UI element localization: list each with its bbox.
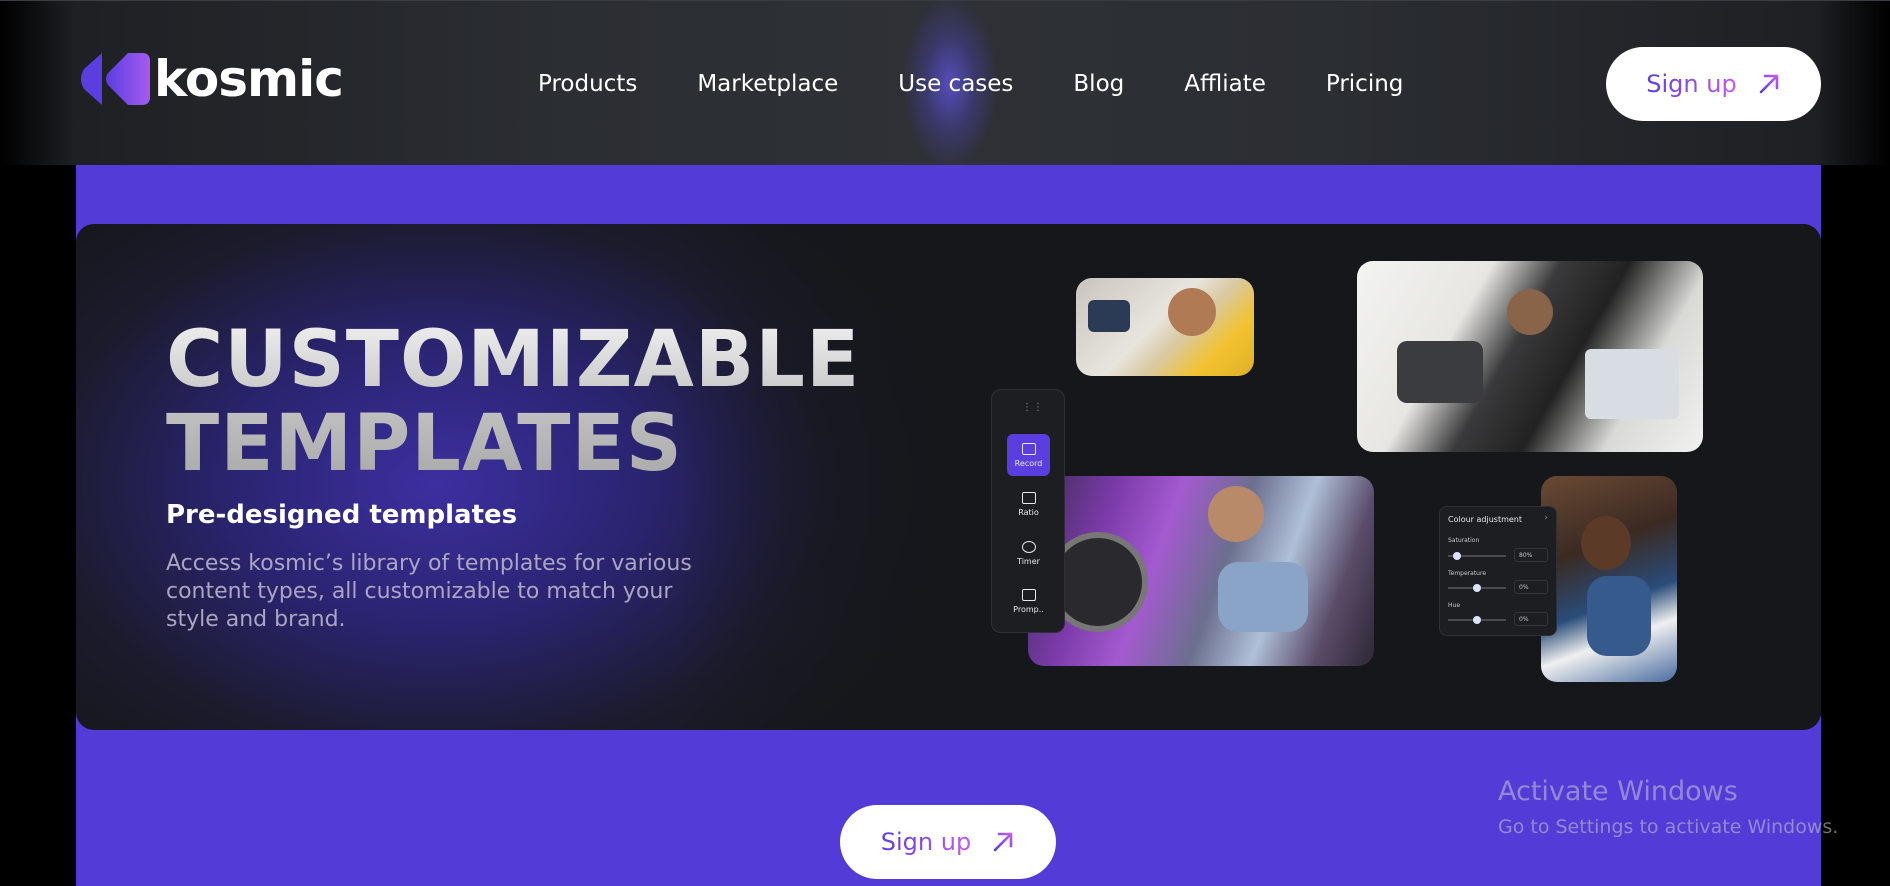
colour-panel-title: Colour adjustment [1448,515,1522,524]
nav-pricing[interactable]: Pricing [1326,69,1404,99]
toolbar-record-label: Record [1014,458,1043,468]
toolbar-prompter-label: Promp.. [1013,604,1044,614]
toolbar-timer-label: Timer [1017,556,1040,566]
saturation-slider[interactable] [1448,552,1506,560]
temperature-slider[interactable] [1448,584,1506,592]
signup-label: Sign up [880,828,972,856]
toolbar-prompter[interactable]: Promp.. [1007,580,1050,622]
monitor-icon [1021,442,1036,455]
saturation-label: Saturation [1448,537,1480,544]
toolbar-record[interactable]: Record [1007,434,1050,476]
temperature-value[interactable]: 0% [1514,580,1548,594]
main-nav: Products Marketplace Use cases Blog Affl… [538,69,1463,99]
hue-value[interactable]: 0% [1514,612,1548,626]
cta-signup-button[interactable]: Sign up [840,805,1056,879]
site-header: kosmic Products Marketplace Use cases Bl… [0,0,1890,166]
toolbar-ratio[interactable]: Ratio [1007,483,1050,525]
hue-slider[interactable] [1448,616,1506,624]
saturation-value[interactable]: 80% [1514,548,1548,562]
photo-woman-recording [1076,278,1254,376]
nav-affiliate[interactable]: Affliate [1184,69,1266,99]
photo-man-with-camera [1357,261,1703,452]
nav-blog[interactable]: Blog [1073,69,1124,99]
photo-man-with-headphones [1541,476,1677,682]
temperature-label: Temperature [1448,570,1487,577]
windows-activation-subtitle: Go to Settings to activate Windows. [1498,816,1839,838]
media-collage [76,224,1821,730]
chevron-right-icon[interactable]: › [1544,513,1548,523]
signup-label: Sign up [1646,70,1737,98]
kosmic-logo-icon [81,53,150,105]
saturation-knob[interactable] [1453,552,1461,560]
nav-use-cases[interactable]: Use cases [898,69,1013,99]
photo-podcaster [1028,476,1374,666]
arrow-up-right-icon [993,832,1013,852]
windows-activation-title: Activate Windows [1498,776,1738,807]
temperature-knob[interactable] [1473,584,1481,592]
header-signup-button[interactable]: Sign up [1606,47,1821,121]
prompter-icon [1021,588,1036,601]
toolbar-timer[interactable]: Timer [1007,532,1050,574]
nav-products[interactable]: Products [538,69,637,99]
colour-adjustment-panel: Colour adjustment › Saturation 80% Tempe… [1439,506,1557,636]
hue-label: Hue [1448,602,1461,609]
record-toolbar: ⋮⋮ Record Ratio Timer Promp.. [991,389,1065,633]
arrow-up-right-icon [1759,74,1779,94]
toolbar-ratio-label: Ratio [1018,507,1039,517]
timer-icon [1021,540,1036,553]
ratio-icon [1021,491,1036,504]
brand-logo[interactable]: kosmic [78,50,344,108]
hue-knob[interactable] [1473,616,1481,624]
brand-name: kosmic [154,50,344,108]
drag-grip-icon[interactable]: ⋮⋮ [1022,402,1044,413]
nav-marketplace[interactable]: Marketplace [697,69,838,99]
